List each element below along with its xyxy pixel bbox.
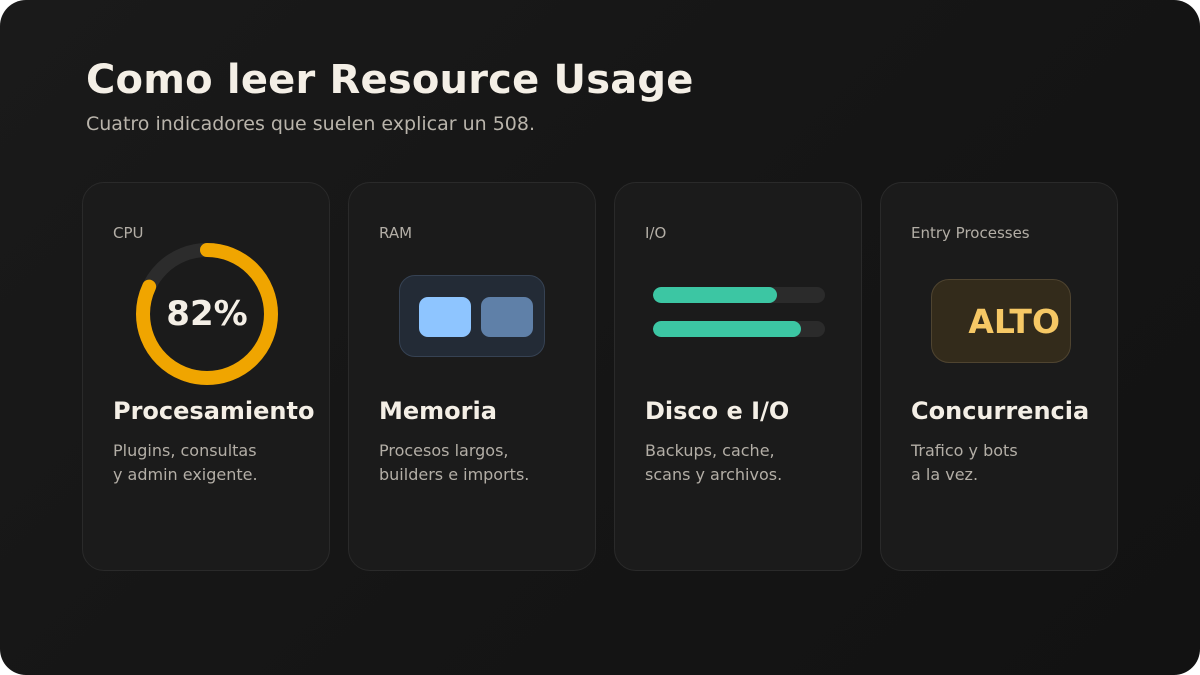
desc-line: Plugins, consultas [113,441,257,460]
desc-line: builders e imports. [379,465,530,484]
page-subtitle: Cuatro indicadores que suelen explicar u… [86,113,536,135]
card-description: Backups, cache, scans y archivos. [645,439,782,487]
desc-line: a la vez. [911,465,979,484]
page-title: Como leer Resource Usage [86,57,694,103]
memory-module-icon [399,275,545,357]
card-label: RAM [379,224,413,242]
slide-canvas: Como leer Resource Usage Cuatro indicado… [0,0,1200,675]
card-title: Concurrencia [911,397,1090,425]
io-bar-fill [653,321,801,337]
card-title: Disco e I/O [645,397,790,425]
desc-line: Trafico y bots [911,441,1018,460]
desc-line: y admin exigente. [113,465,258,484]
card-title: Procesamiento [113,397,315,425]
memory-chip-icon [481,297,533,337]
memory-chip-icon [419,297,471,337]
level-badge: ALTO [931,279,1071,363]
io-bar-track [653,287,825,303]
card-cpu: CPU 82% Procesamiento Plugins, consultas… [82,182,330,571]
desc-line: Backups, cache, [645,441,775,460]
card-label: Entry Processes [911,224,1030,242]
desc-line: scans y archivos. [645,465,783,484]
card-io: I/O Disco e I/O Backups, cache, scans y … [614,182,862,571]
io-bar-track [653,321,825,337]
card-description: Procesos largos, builders e imports. [379,439,529,487]
card-description: Plugins, consultas y admin exigente. [113,439,258,487]
card-title: Memoria [379,397,497,425]
card-description: Trafico y bots a la vez. [911,439,1018,487]
io-bar-fill [653,287,777,303]
card-ram: RAM Memoria Procesos largos, builders e … [348,182,596,571]
cpu-value: 82% [166,294,248,334]
card-label: I/O [645,224,667,242]
card-entry-processes: Entry Processes ALTO Concurrencia Trafic… [880,182,1118,571]
desc-line: Procesos largos, [379,441,509,460]
